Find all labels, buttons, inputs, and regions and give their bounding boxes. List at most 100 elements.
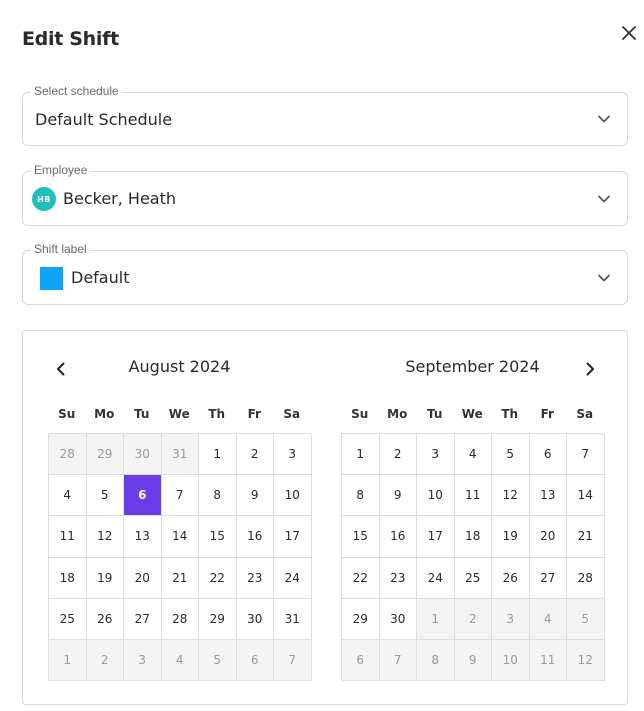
calendar-day[interactable]: 12 [492, 475, 530, 517]
calendar-day[interactable]: 7 [161, 475, 199, 517]
calendar-day[interactable]: 26 [86, 598, 124, 640]
calendar-day[interactable]: 23 [236, 557, 274, 599]
calendar-day[interactable]: 16 [379, 516, 417, 558]
calendar-day[interactable]: 7 [567, 434, 605, 476]
month-grid-september: 1 2 3 4 5 6 7 8 9 10 11 12 13 14 15 16 17 18 19 20 21 22 23 24 2… [341, 433, 605, 682]
weekday-label: Tu [134, 407, 150, 421]
calendar-day[interactable]: 16 [236, 516, 274, 558]
calendar-day[interactable]: 13 [529, 475, 567, 517]
calendar-day[interactable]: 29 [86, 434, 124, 476]
calendar-day-selected[interactable]: 6 [124, 475, 162, 517]
calendar-day[interactable]: 22 [199, 557, 237, 599]
calendar-day[interactable]: 1 [199, 434, 237, 476]
calendar-day[interactable]: 19 [492, 516, 530, 558]
calendar-day[interactable]: 1 [342, 434, 380, 476]
calendar-day[interactable]: 26 [492, 557, 530, 599]
weekday-label: Tu [427, 407, 443, 421]
calendar-day[interactable]: 20 [124, 557, 162, 599]
calendar-day[interactable]: 24 [417, 557, 455, 599]
calendar-day[interactable]: 13 [124, 516, 162, 558]
calendar-day[interactable]: 4 [49, 475, 87, 517]
calendar-day[interactable]: 23 [379, 557, 417, 599]
calendar-day[interactable]: 29 [342, 598, 380, 640]
calendar-day[interactable]: 7 [274, 640, 312, 682]
calendar-day[interactable]: 5 [86, 475, 124, 517]
calendar-day[interactable]: 27 [124, 598, 162, 640]
calendar-day[interactable]: 14 [567, 475, 605, 517]
calendar-day[interactable]: 30 [236, 598, 274, 640]
calendar-day[interactable]: 15 [342, 516, 380, 558]
calendar-day[interactable]: 5 [567, 598, 605, 640]
weekday-label: Th [501, 407, 519, 421]
calendar-day[interactable]: 27 [529, 557, 567, 599]
calendar-day[interactable]: 29 [199, 598, 237, 640]
weekday-label: Sa [283, 407, 301, 421]
calendar-day[interactable]: 25 [49, 598, 87, 640]
calendar-day[interactable]: 3 [417, 434, 455, 476]
calendar-day[interactable]: 6 [342, 640, 380, 682]
calendar-day[interactable]: 17 [274, 516, 312, 558]
calendar-day[interactable]: 4 [161, 640, 199, 682]
weekday-label: Fr [540, 407, 554, 421]
calendar-day[interactable]: 12 [567, 640, 605, 682]
calendar-day[interactable]: 8 [417, 640, 455, 682]
calendar-day[interactable]: 1 [417, 598, 455, 640]
calendar-day[interactable]: 8 [342, 475, 380, 517]
calendar-day[interactable]: 6 [236, 640, 274, 682]
calendar-day[interactable]: 21 [567, 516, 605, 558]
employee-select[interactable]: Employee HB Becker, Heath [22, 163, 628, 226]
calendar-day[interactable]: 12 [86, 516, 124, 558]
calendar-day[interactable]: 10 [417, 475, 455, 517]
calendar-day[interactable]: 2 [379, 434, 417, 476]
calendar-day[interactable]: 25 [454, 557, 492, 599]
calendar-day[interactable]: 8 [199, 475, 237, 517]
chevron-right-icon[interactable] [582, 361, 598, 377]
calendar-day[interactable]: 2 [236, 434, 274, 476]
calendar-day[interactable]: 7 [379, 640, 417, 682]
calendar-day[interactable]: 21 [161, 557, 199, 599]
calendar-day[interactable]: 3 [274, 434, 312, 476]
calendar-day[interactable]: 11 [529, 640, 567, 682]
calendar-day[interactable]: 5 [492, 434, 530, 476]
chevron-down-icon[interactable] [597, 193, 611, 205]
calendar-day[interactable]: 15 [199, 516, 237, 558]
close-icon[interactable] [618, 22, 640, 44]
calendar-day[interactable]: 4 [529, 598, 567, 640]
calendar-day[interactable]: 30 [124, 434, 162, 476]
calendar-day[interactable]: 14 [161, 516, 199, 558]
schedule-select[interactable]: Select schedule Default Schedule [22, 84, 628, 146]
calendar-day[interactable]: 10 [492, 640, 530, 682]
calendar-day[interactable]: 28 [567, 557, 605, 599]
calendar-day[interactable]: 19 [86, 557, 124, 599]
chevron-down-icon[interactable] [597, 272, 611, 284]
chevron-down-icon[interactable] [597, 113, 611, 125]
calendar-day[interactable]: 28 [161, 598, 199, 640]
calendar-day[interactable]: 3 [124, 640, 162, 682]
calendar-day[interactable]: 31 [274, 598, 312, 640]
calendar-day[interactable]: 1 [49, 640, 87, 682]
calendar-day[interactable]: 9 [236, 475, 274, 517]
calendar-day[interactable]: 18 [454, 516, 492, 558]
calendar-day[interactable]: 9 [454, 640, 492, 682]
calendar-day[interactable]: 30 [379, 598, 417, 640]
calendar-day[interactable]: 18 [49, 557, 87, 599]
calendar-day[interactable]: 24 [274, 557, 312, 599]
calendar-day[interactable]: 28 [49, 434, 87, 476]
calendar-day[interactable]: 31 [161, 434, 199, 476]
calendar-day[interactable]: 11 [49, 516, 87, 558]
calendar-day[interactable]: 2 [454, 598, 492, 640]
calendar-day[interactable]: 22 [342, 557, 380, 599]
calendar-day[interactable]: 5 [199, 640, 237, 682]
employee-value: Becker, Heath [63, 189, 176, 208]
calendar-day[interactable]: 3 [492, 598, 530, 640]
calendar-day[interactable]: 17 [417, 516, 455, 558]
calendar-day[interactable]: 11 [454, 475, 492, 517]
avatar: HB [32, 187, 56, 211]
calendar-day[interactable]: 9 [379, 475, 417, 517]
calendar-day[interactable]: 6 [529, 434, 567, 476]
calendar-day[interactable]: 10 [274, 475, 312, 517]
calendar-day[interactable]: 4 [454, 434, 492, 476]
shift-label-select[interactable]: Shift label Default [22, 242, 628, 305]
calendar-day[interactable]: 20 [529, 516, 567, 558]
calendar-day[interactable]: 2 [86, 640, 124, 682]
